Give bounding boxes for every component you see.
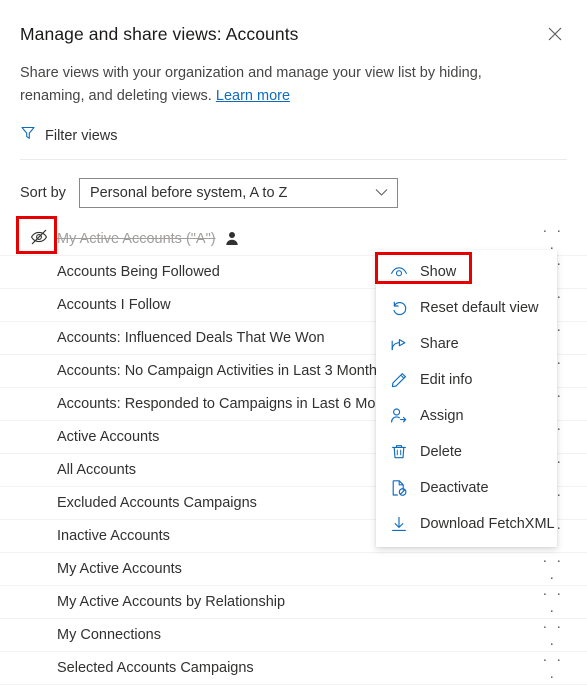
menu-item-deactivate[interactable]: Deactivate [376,470,557,506]
sort-row: Sort by Personal before system, A to Z [0,160,587,208]
row-overflow-menu-button[interactable]: · · · [539,552,567,586]
view-context-menu: Show Reset default view Share Edit info Assi… [376,250,557,547]
menu-item-assign[interactable]: Assign [376,398,557,434]
close-icon [548,27,562,41]
menu-item-show[interactable]: Show [376,254,557,290]
menu-item-label: Reset default view [420,300,539,316]
view-name-label: Inactive Accounts [57,528,170,544]
menu-item-label: Deactivate [420,480,489,496]
view-name-label: My Active Accounts [57,561,182,577]
view-name-label: Accounts: No Campaign Activities in Last… [57,363,385,379]
sort-by-select[interactable]: Personal before system, A to Z [78,178,398,208]
view-name-label: Accounts I Follow [57,297,171,313]
view-name-label: Selected Accounts Campaigns [57,660,254,676]
menu-item-label: Edit info [420,372,473,388]
menu-item-label: Delete [420,444,462,460]
share-icon [390,335,408,353]
sort-by-value: Personal before system, A to Z [89,185,288,201]
person-icon [225,231,239,247]
undo-arrow-icon [390,299,408,317]
view-name-label: Excluded Accounts Campaigns [57,495,257,511]
person-assign-icon [390,407,408,425]
dialog-subtitle: Share views with your organization and m… [0,46,587,108]
menu-item-label: Share [420,336,459,352]
view-name-label: All Accounts [57,462,136,478]
row-overflow-menu-button[interactable]: · · · [539,651,567,685]
view-name-label: Accounts: Influenced Deals That We Won [57,330,325,346]
row-overflow-menu-button[interactable]: · · · [539,585,567,619]
view-name-label: Active Accounts [57,429,160,445]
eye-hidden-icon [30,228,48,251]
learn-more-link[interactable]: Learn more [216,88,290,104]
chevron-down-icon [375,185,388,201]
view-name-label: Accounts: Responded to Campaigns in Last… [57,396,403,412]
view-name-label: My Connections [57,627,161,643]
download-arrow-icon [390,515,408,533]
close-button[interactable] [541,20,569,48]
menu-item-label: Assign [420,408,464,424]
menu-item-edit-info[interactable]: Edit info [376,362,557,398]
menu-item-label: Download FetchXML [420,516,555,532]
view-name-label: My Active Accounts ("A") [57,231,216,247]
table-row[interactable]: Selected Accounts Campaigns · · · [0,651,587,685]
view-name-label: My Active Accounts by Relationship [57,594,286,610]
pencil-edit-icon [390,371,408,389]
table-row[interactable]: My Active Accounts by Relationship · · · [0,585,587,619]
page-title: Manage and share views: Accounts [20,24,299,44]
deactivate-document-icon [390,479,408,497]
sort-by-label: Sort by [20,185,66,201]
view-name-label: Accounts Being Followed [57,264,220,280]
dialog-header: Manage and share views: Accounts [0,0,587,46]
filter-funnel-icon [20,125,36,146]
eye-show-icon [390,263,408,281]
row-overflow-menu-button[interactable]: · · · [539,222,567,256]
menu-item-download-fetchxml[interactable]: Download FetchXML [376,506,557,542]
row-overflow-menu-button[interactable]: · · · [539,618,567,652]
menu-item-delete[interactable]: Delete [376,434,557,470]
table-row[interactable]: My Active Accounts · · · [0,552,587,586]
trash-icon [390,443,408,461]
menu-item-share[interactable]: Share [376,326,557,362]
menu-item-reset-default-view[interactable]: Reset default view [376,290,557,326]
hide-view-toggle[interactable] [20,228,57,251]
table-row[interactable]: My Connections · · · [0,618,587,652]
filter-views-button[interactable]: Filter views [0,108,138,146]
filter-views-label: Filter views [45,127,118,144]
menu-item-label: Show [420,264,457,280]
